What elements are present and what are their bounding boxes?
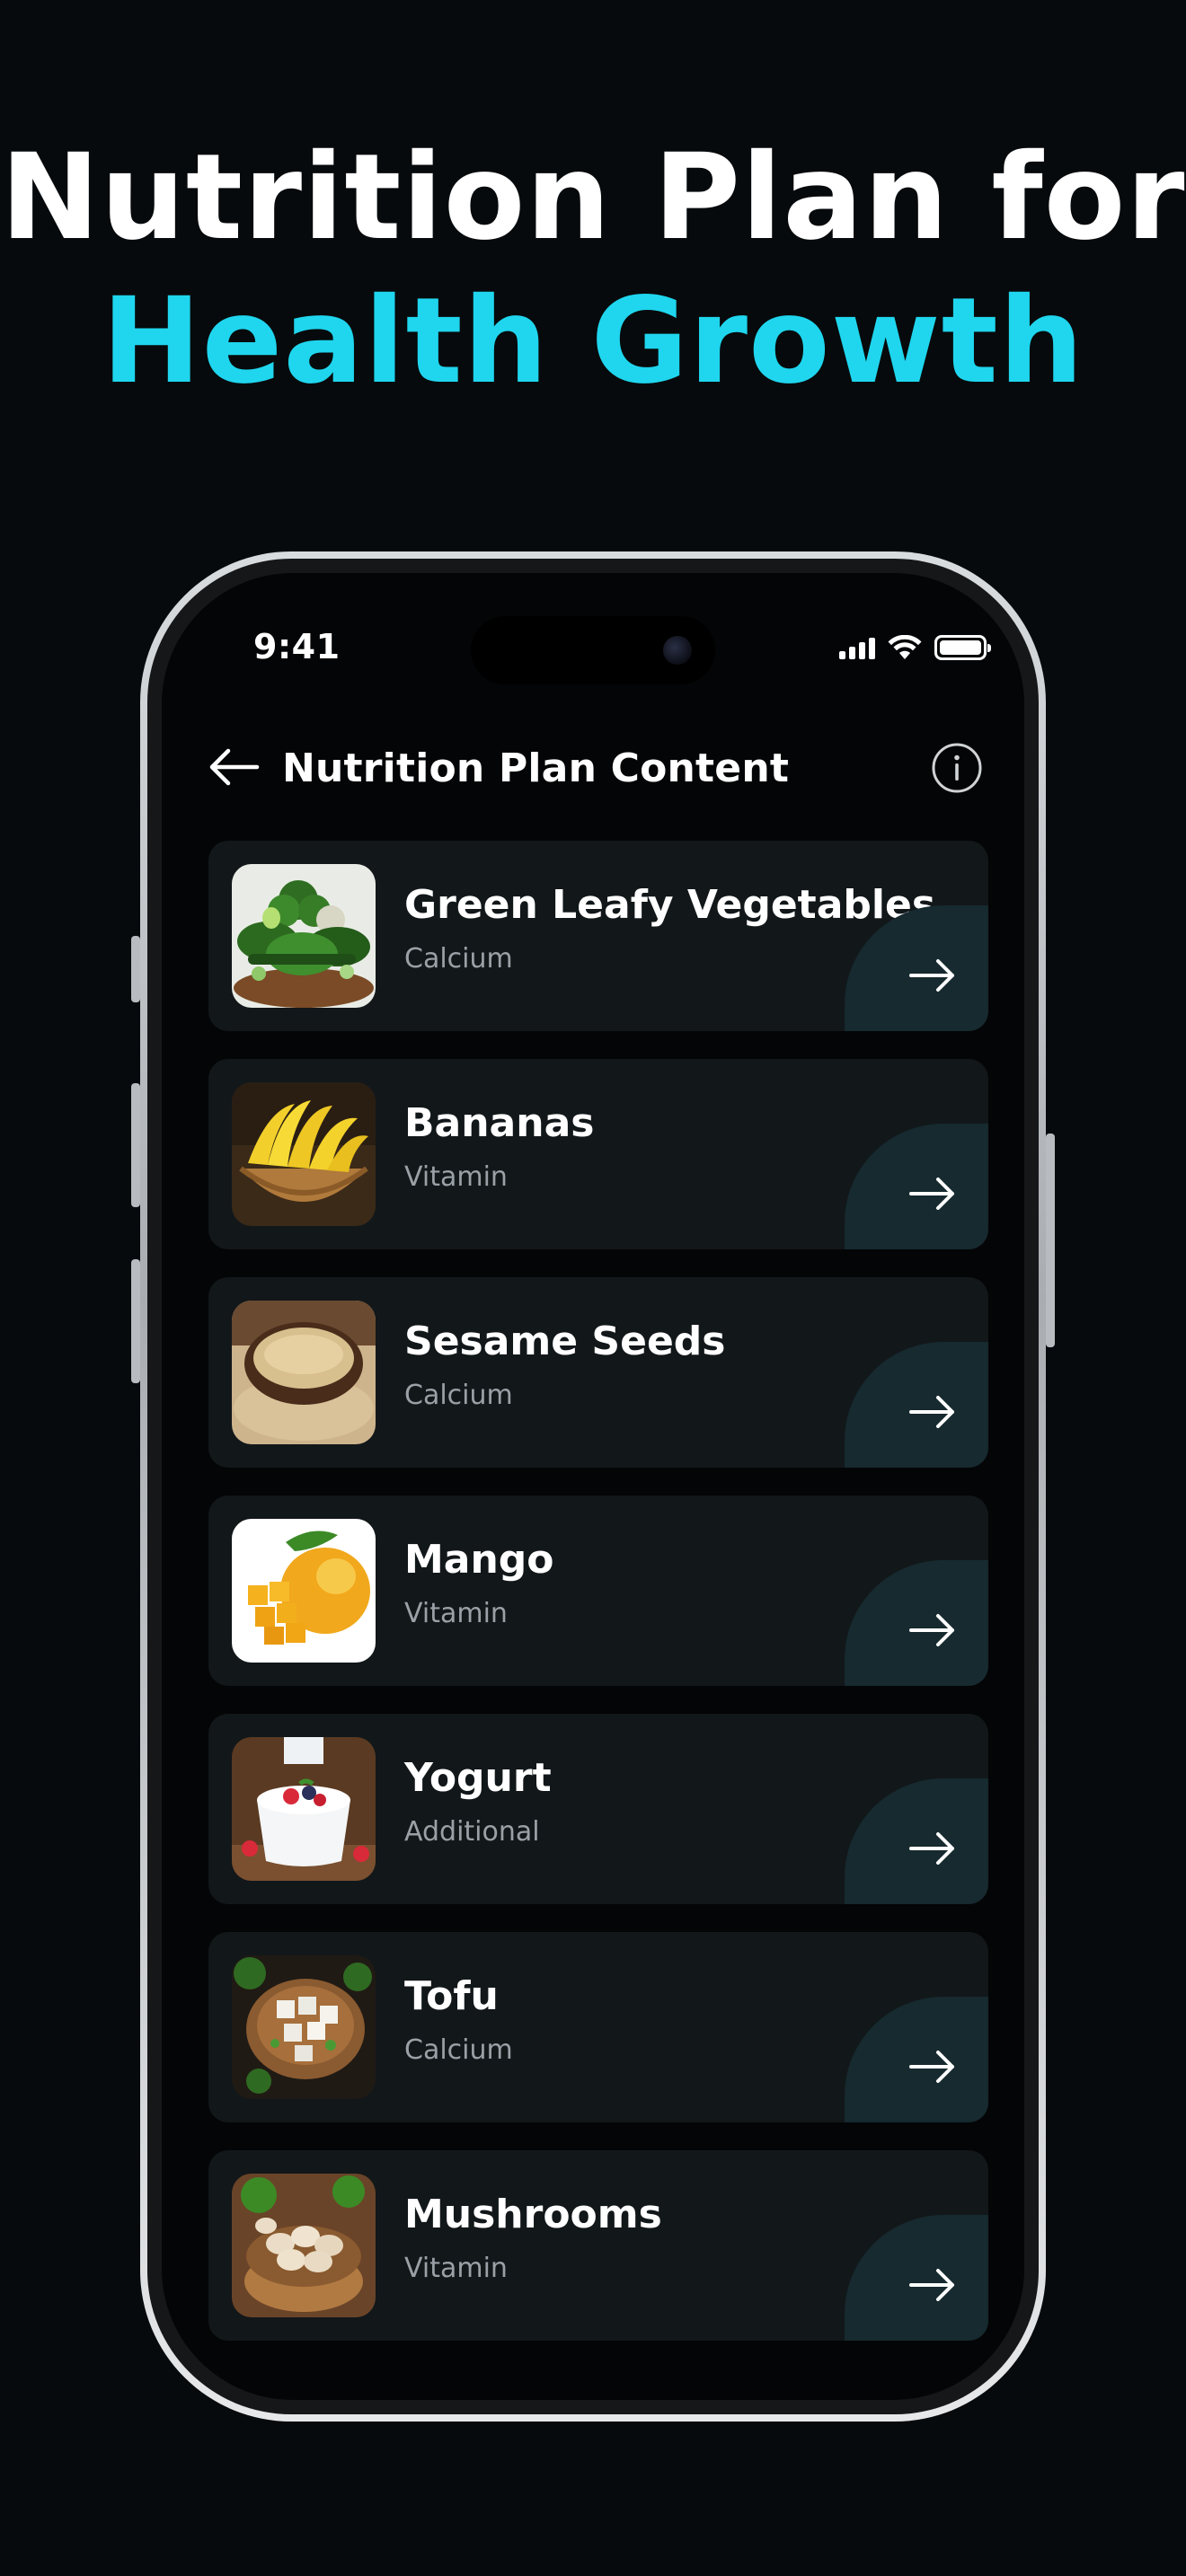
item-subtitle: Calcium — [404, 943, 513, 975]
tofu-photo — [232, 1955, 376, 2099]
arrow-right-icon[interactable] — [907, 2049, 958, 2085]
list-item[interactable]: Mango Vitamin — [208, 1495, 988, 1686]
item-subtitle: Vitamin — [404, 1598, 508, 1629]
item-title: Mushrooms — [404, 2192, 662, 2237]
arrow-right-icon[interactable] — [907, 1394, 958, 1430]
nutrition-list: Green Leafy Vegetables Calcium Bananas V… — [208, 841, 988, 2369]
arrow-left-icon[interactable] — [207, 747, 261, 787]
list-item[interactable]: Mushrooms Vitamin — [208, 2150, 988, 2341]
status-time: 9:41 — [253, 627, 341, 666]
list-item[interactable]: Sesame Seeds Calcium — [208, 1277, 988, 1468]
item-title: Bananas — [404, 1100, 595, 1146]
list-item[interactable]: Green Leafy Vegetables Calcium — [208, 841, 988, 1031]
item-subtitle: Vitamin — [404, 2253, 508, 2284]
camera-icon — [663, 636, 692, 665]
item-title: Yogurt — [404, 1755, 552, 1801]
item-subtitle: Vitamin — [404, 1161, 508, 1193]
mango-photo — [232, 1519, 376, 1663]
list-item[interactable]: Yogurt Additional — [208, 1714, 988, 1904]
nav-bar: Nutrition Plan Content — [162, 731, 1024, 803]
item-title: Green Leafy Vegetables — [404, 882, 936, 928]
wifi-icon — [888, 635, 922, 659]
bananas-photo — [232, 1082, 376, 1226]
mushrooms-photo — [232, 2174, 376, 2317]
action-button — [131, 936, 140, 1002]
arrow-right-icon[interactable] — [907, 957, 958, 993]
list-item[interactable]: Bananas Vitamin — [208, 1059, 988, 1249]
item-subtitle: Calcium — [404, 1380, 513, 1411]
dynamic-island — [471, 616, 715, 684]
arrow-right-icon[interactable] — [907, 1831, 958, 1866]
app-store-screenshot: Nutrition Plan for Health Growth 9:41 Nu… — [0, 0, 1186, 2576]
item-subtitle: Calcium — [404, 2034, 513, 2066]
battery-icon — [934, 635, 991, 660]
item-subtitle: Additional — [404, 1816, 540, 1848]
marketing-headline: Nutrition Plan for Health Growth — [0, 126, 1186, 413]
headline-line-2: Health Growth — [102, 272, 1084, 410]
item-title: Mango — [404, 1537, 554, 1583]
signal-icon — [839, 636, 875, 659]
list-item[interactable]: Tofu Calcium — [208, 1932, 988, 2122]
arrow-right-icon[interactable] — [907, 2267, 958, 2303]
volume-up-button — [131, 1083, 140, 1207]
yogurt-photo — [232, 1737, 376, 1881]
page-title: Nutrition Plan Content — [282, 745, 790, 791]
phone-bezel: 9:41 Nutrition Plan Content Green Leafy … — [147, 559, 1039, 2414]
leafy-vegetables-photo — [232, 864, 376, 1008]
power-button — [1046, 1134, 1055, 1347]
phone-frame: 9:41 Nutrition Plan Content Green Leafy … — [140, 551, 1046, 2422]
arrow-right-icon[interactable] — [907, 1612, 958, 1648]
headline-line-1: Nutrition Plan for — [0, 128, 1186, 267]
phone-screen: 9:41 Nutrition Plan Content Green Leafy … — [162, 573, 1024, 2400]
status-icons — [839, 634, 991, 661]
item-title: Sesame Seeds — [404, 1319, 726, 1364]
volume-down-button — [131, 1259, 140, 1383]
item-title: Tofu — [404, 1973, 499, 2019]
info-icon[interactable] — [931, 742, 983, 794]
arrow-right-icon[interactable] — [907, 1176, 958, 1212]
sesame-seeds-photo — [232, 1301, 376, 1444]
